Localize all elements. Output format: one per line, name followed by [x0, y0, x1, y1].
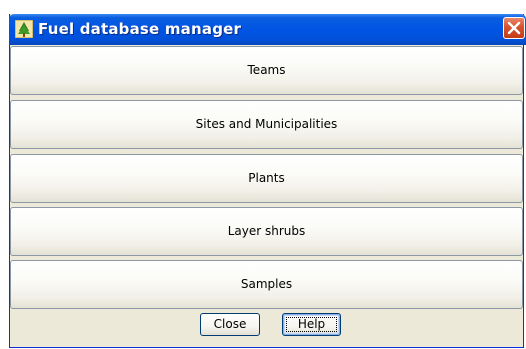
teams-button[interactable]: Teams [10, 46, 523, 95]
plants-button[interactable]: Plants [10, 154, 523, 203]
help-button-label: Help [297, 317, 326, 331]
sites-and-municipalities-button[interactable]: Sites and Municipalities [10, 100, 523, 149]
window-close-button[interactable] [503, 17, 525, 39]
title-bar[interactable]: Fuel database manager [9, 14, 526, 45]
window-title: Fuel database manager [38, 20, 242, 38]
tree-icon [14, 19, 34, 39]
help-button[interactable]: Help [282, 313, 341, 336]
close-button[interactable]: Close [200, 313, 260, 336]
samples-button[interactable]: Samples [10, 260, 523, 309]
fuel-database-manager-window: Fuel database manager Teams Sites and Mu… [9, 14, 526, 348]
layer-shrubs-button[interactable]: Layer shrubs [10, 207, 523, 256]
